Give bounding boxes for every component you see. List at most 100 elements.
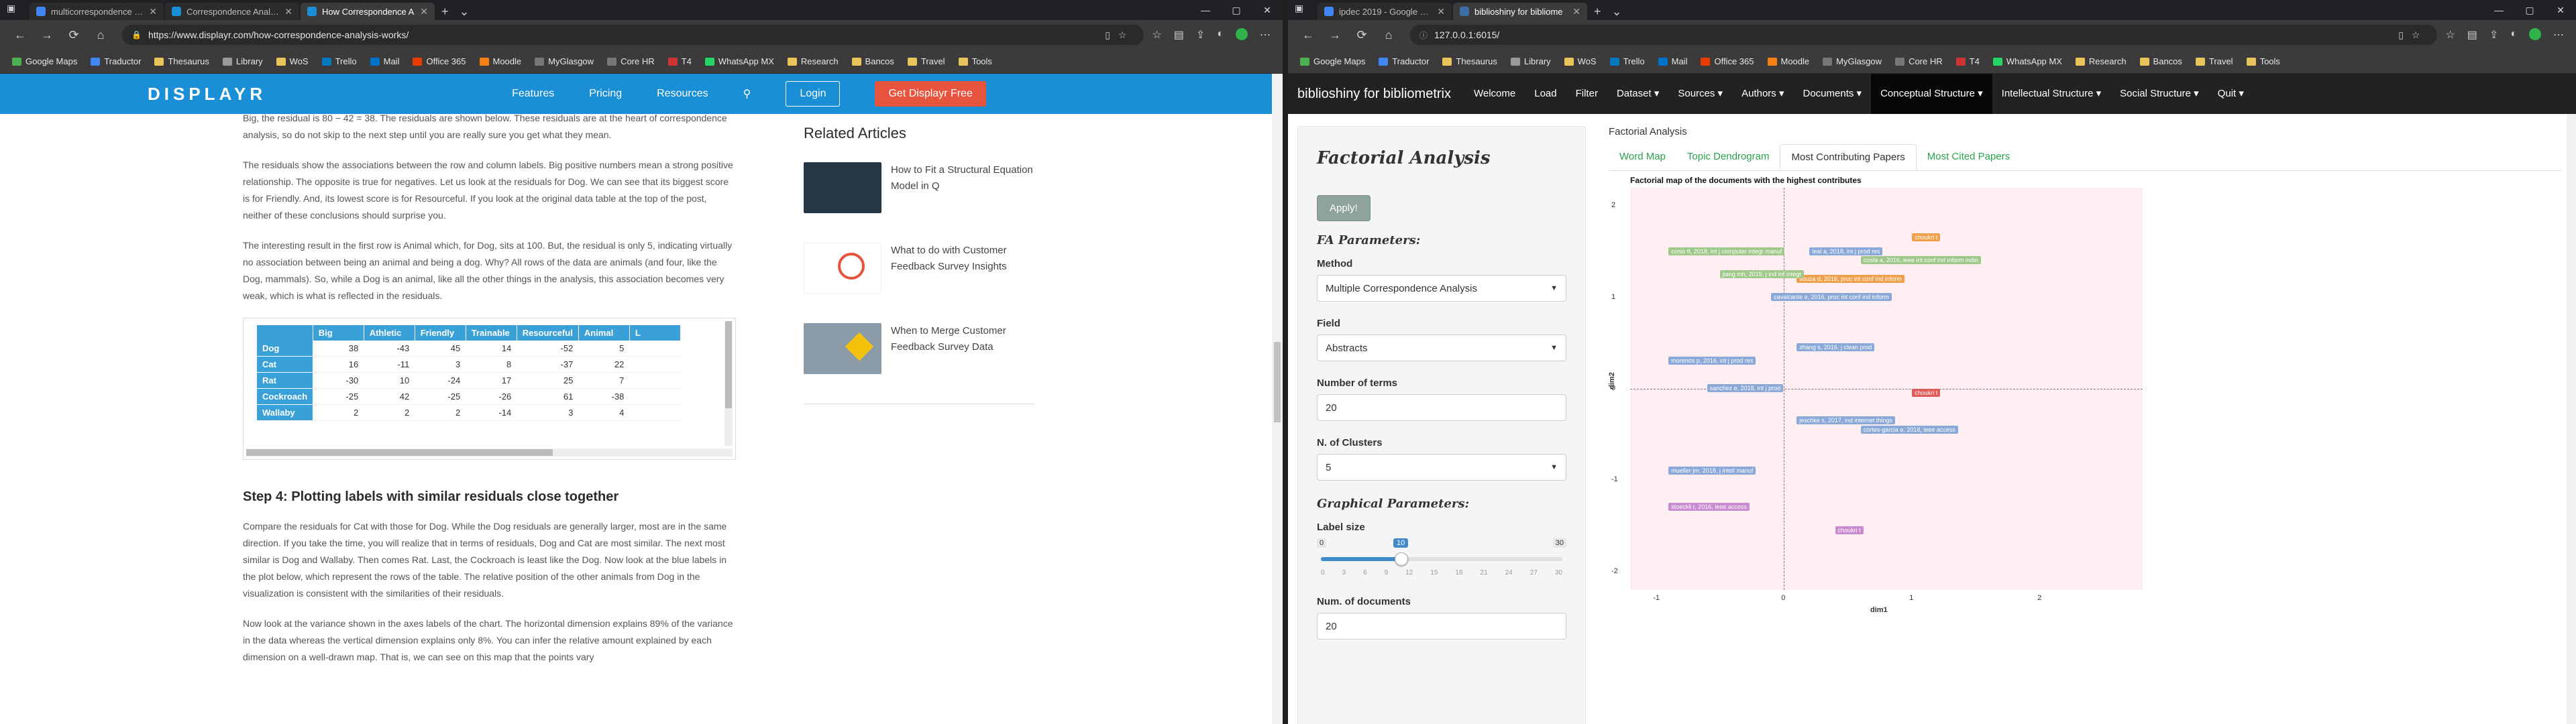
label-size-slider[interactable]: 0 30 10 0 3 6 9 12 15 18 21 24 27 30 — [1317, 538, 1566, 585]
tab-actions-icon[interactable]: ▣ — [1295, 3, 1303, 14]
bookmark-item[interactable]: Mail — [1653, 56, 1693, 66]
table-header[interactable]: Resourceful — [517, 325, 579, 341]
bookmark-item[interactable]: Trello — [317, 56, 362, 66]
related-link[interactable]: When to Merge Customer Feedback Survey D… — [891, 323, 1034, 355]
bookmark-item[interactable]: Research — [2070, 56, 2132, 66]
article-thumbnail[interactable] — [804, 243, 881, 294]
login-button[interactable]: Login — [786, 81, 841, 107]
minimize-icon[interactable]: — — [2483, 0, 2514, 20]
bookmark-item[interactable]: Bancos — [2135, 56, 2188, 66]
bookmark-item[interactable]: Traductor — [1373, 56, 1434, 66]
nav-sources[interactable]: Sources ▾ — [1668, 74, 1732, 114]
bookmark-item[interactable]: Mail — [365, 56, 405, 66]
refresh-icon[interactable]: ⟳ — [60, 28, 87, 42]
info-icon[interactable]: ⓘ — [1419, 29, 1428, 41]
table-header[interactable]: Trainable — [466, 325, 517, 341]
bookmark-item[interactable]: WoS — [271, 56, 314, 66]
page-scrollbar[interactable] — [1272, 74, 1283, 724]
nav-features[interactable]: Features — [512, 88, 554, 100]
new-tab-icon[interactable]: + — [1589, 3, 1607, 20]
bookmark-item[interactable]: Research — [782, 56, 844, 66]
related-link[interactable]: What to do with Customer Feedback Survey… — [891, 243, 1034, 275]
close-window-icon[interactable]: ✕ — [1252, 0, 1283, 20]
table-horizontal-scrollbar[interactable] — [246, 448, 733, 457]
num-docs-input[interactable]: 20 — [1317, 613, 1566, 640]
menu-icon[interactable]: ⋯ — [1260, 28, 1271, 42]
bookmark-item[interactable]: WoS — [1559, 56, 1602, 66]
maximize-icon[interactable]: ▢ — [2514, 0, 2545, 20]
tab-most-cited-papers[interactable]: Most Cited Papers — [1917, 144, 2021, 170]
close-tab-icon[interactable]: ✕ — [149, 6, 157, 17]
tab-1[interactable]: biblioshiny for bibliome ✕ — [1453, 3, 1587, 20]
bookmark-item[interactable]: Core HR — [602, 56, 660, 66]
lock-icon[interactable]: 🔒 — [131, 30, 142, 40]
nav-load[interactable]: Load — [1525, 74, 1566, 114]
related-article[interactable]: How to Fit a Structural Equation Model i… — [804, 162, 1034, 216]
app-brand[interactable]: biblioshiny for bibliometrix — [1297, 86, 1451, 102]
forward-icon[interactable]: → — [34, 28, 60, 42]
bookmark-item[interactable]: MyGlasgow — [529, 56, 599, 66]
bookmark-item[interactable]: Trello — [1605, 56, 1650, 66]
search-icon[interactable]: ⚲ — [743, 87, 751, 101]
bookmark-item[interactable]: T4 — [663, 56, 697, 66]
bookmark-item[interactable]: Tools — [953, 56, 998, 66]
table-header[interactable]: Friendly — [415, 325, 466, 341]
displayr-logo[interactable]: DISPLAYR — [148, 84, 266, 105]
back-icon[interactable]: ← — [1295, 28, 1322, 42]
close-tab-icon[interactable]: ✕ — [284, 6, 292, 17]
bookmark-item[interactable]: Library — [217, 56, 268, 66]
bookmark-item[interactable]: T4 — [1951, 56, 1985, 66]
bookmark-item[interactable]: Traductor — [85, 56, 146, 66]
profile-avatar[interactable] — [1236, 28, 1248, 40]
table-header[interactable]: Big — [313, 325, 364, 341]
slider-handle[interactable] — [1395, 552, 1408, 566]
bookmark-item[interactable]: Thesaurus — [1437, 56, 1502, 66]
table-header[interactable]: Animal — [578, 325, 630, 341]
bookmark-item[interactable]: Library — [1505, 56, 1556, 66]
nav-documents[interactable]: Documents ▾ — [1794, 74, 1872, 114]
nav-filter[interactable]: Filter — [1566, 74, 1607, 114]
related-article[interactable]: What to do with Customer Feedback Survey… — [804, 243, 1034, 296]
favorites-icon[interactable]: ☆ — [1152, 28, 1161, 42]
bookmark-item[interactable]: WhatsApp MX — [700, 56, 780, 66]
get-displayr-free-button[interactable]: Get Displayr Free — [875, 81, 986, 107]
tab-1[interactable]: Correspondence Analysis W ✕ — [165, 3, 299, 20]
bookmark-item[interactable]: Travel — [902, 56, 951, 66]
related-article[interactable]: When to Merge Customer Feedback Survey D… — [804, 323, 1034, 377]
table-vertical-scrollbar[interactable] — [724, 321, 733, 446]
url-input[interactable]: 🔒 https://www.displayr.com/how-correspon… — [122, 25, 1144, 45]
bookmark-item[interactable]: Travel — [2190, 56, 2239, 66]
home-icon[interactable]: ⌂ — [87, 28, 114, 42]
bookmark-item[interactable]: Moodle — [474, 56, 527, 66]
extensions-icon[interactable]: ◐ — [2510, 28, 2517, 42]
nav-quit[interactable]: Quit ▾ — [2208, 74, 2253, 114]
article-thumbnail[interactable] — [804, 162, 881, 213]
nav-conceptual-structure[interactable]: Conceptual Structure ▾ — [1871, 74, 1992, 114]
bookmark-item[interactable]: Tools — [2241, 56, 2286, 66]
tab-actions-icon[interactable]: ▣ — [7, 3, 15, 14]
menu-icon[interactable]: ⋯ — [2553, 28, 2564, 42]
nav-welcome[interactable]: Welcome — [1464, 74, 1525, 114]
bookmark-item[interactable]: MyGlasgow — [1817, 56, 1887, 66]
reader-favorite-icons[interactable]: ▯☆ — [2398, 29, 2428, 41]
refresh-icon[interactable]: ⟳ — [1348, 28, 1375, 42]
close-tab-icon[interactable]: ✕ — [420, 6, 428, 17]
nav-pricing[interactable]: Pricing — [589, 88, 622, 100]
close-tab-icon[interactable]: ✕ — [1572, 6, 1580, 17]
tab-list-icon[interactable]: ⌄ — [1607, 3, 1627, 20]
nav-intellectual-structure[interactable]: Intellectual Structure ▾ — [1992, 74, 2110, 114]
field-select[interactable]: Abstracts ▼ — [1317, 335, 1566, 361]
share-icon[interactable]: ⇪ — [1196, 28, 1205, 42]
new-tab-icon[interactable]: + — [436, 3, 454, 20]
url-input[interactable]: ⓘ 127.0.0.1:6015/ ▯☆ — [1410, 25, 2438, 45]
tab-word-map[interactable]: Word Map — [1609, 144, 1676, 170]
method-select[interactable]: Multiple Correspondence Analysis ▼ — [1317, 275, 1566, 302]
nav-social-structure[interactable]: Social Structure ▾ — [2110, 74, 2208, 114]
collections-icon[interactable]: ▤ — [1174, 28, 1184, 42]
bookmark-item[interactable]: Office 365 — [1695, 56, 1759, 66]
tab-0[interactable]: multicorrespondence analysi ✕ — [30, 3, 164, 20]
bookmark-item[interactable]: Google Maps — [7, 56, 83, 66]
maximize-icon[interactable]: ▢ — [1221, 0, 1252, 20]
tab-0[interactable]: ipdec 2019 - Google Searcl ✕ — [1318, 3, 1452, 20]
tab-most-contributing-papers[interactable]: Most Contributing Papers — [1780, 144, 1917, 170]
